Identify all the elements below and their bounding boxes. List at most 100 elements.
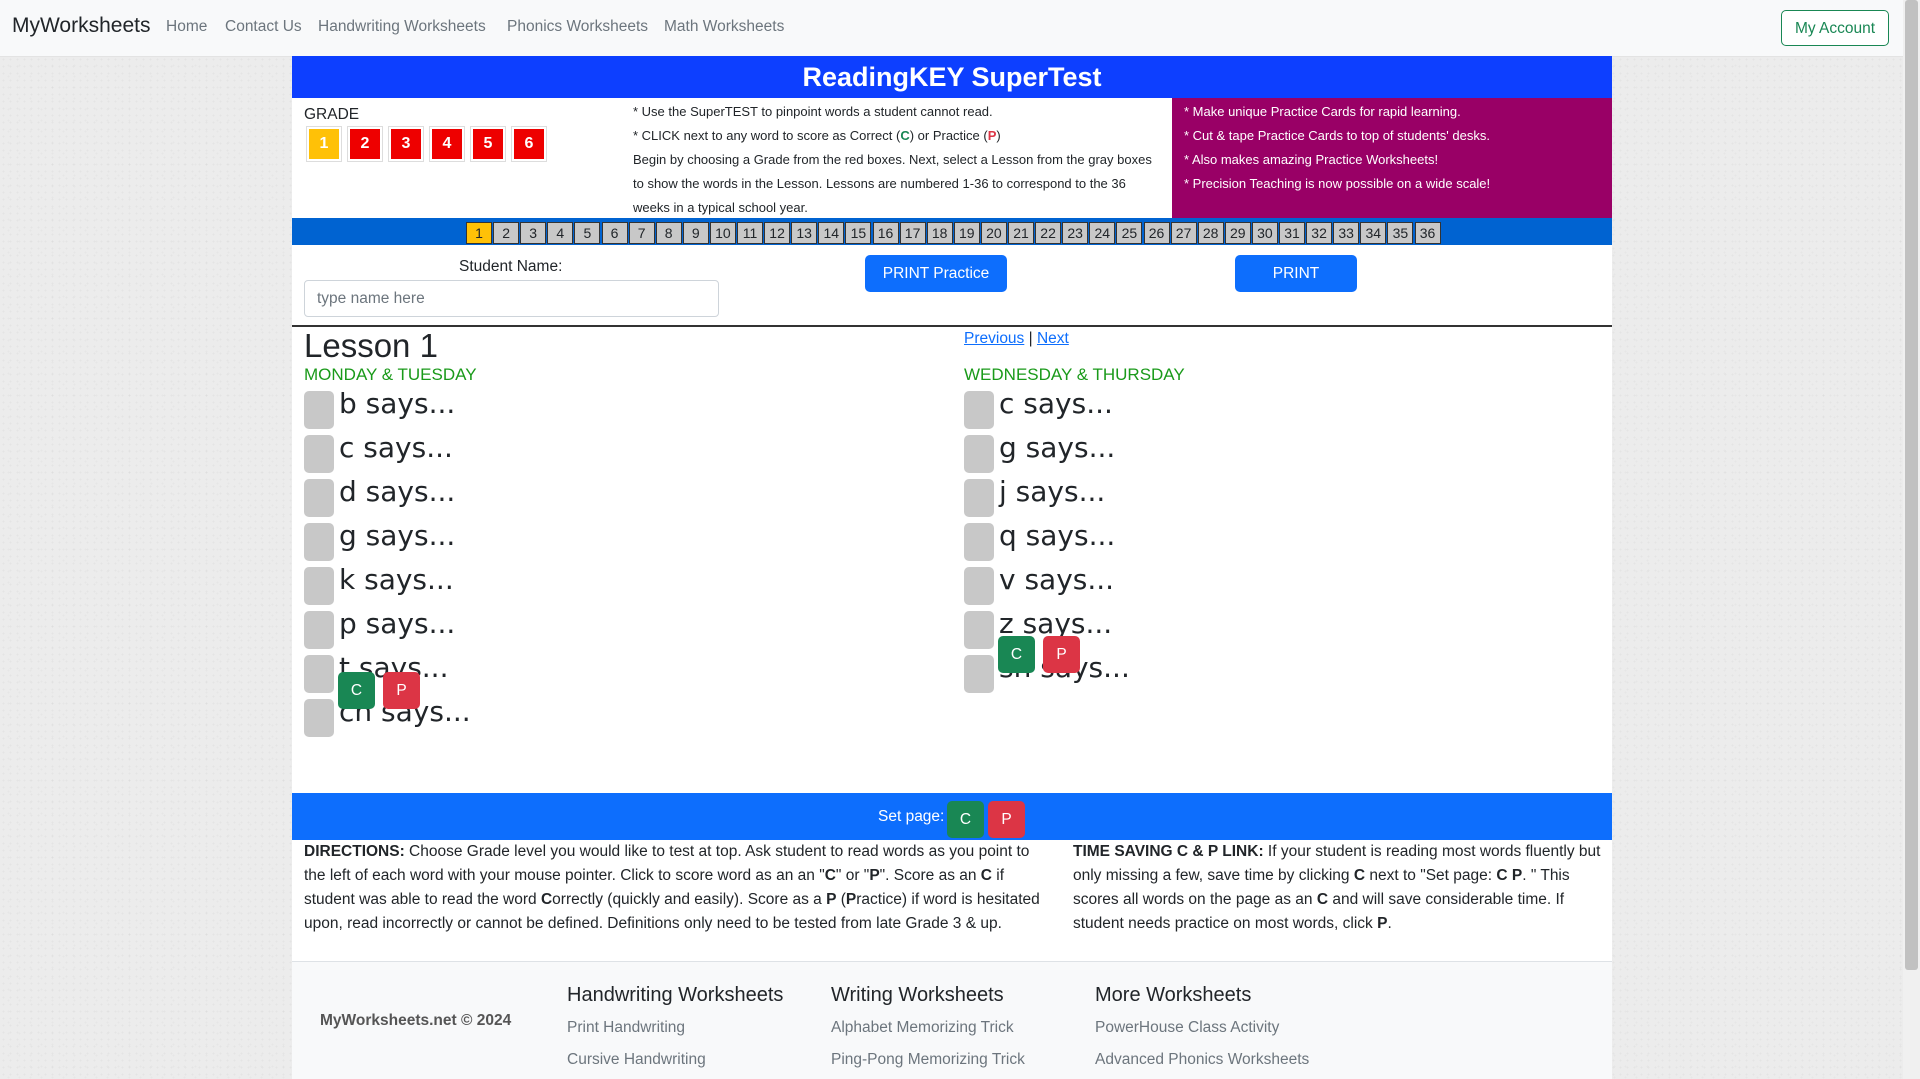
- right-column-p-button[interactable]: P: [1043, 636, 1080, 673]
- set-page-c-button[interactable]: C: [947, 801, 984, 838]
- grade-button-2[interactable]: 2: [347, 126, 383, 162]
- word-text: b says...: [339, 387, 456, 420]
- footer-link[interactable]: Ping-Pong Memorizing Trick: [831, 1051, 1025, 1069]
- lesson-button-13[interactable]: 13: [791, 222, 818, 244]
- main-container: ReadingKEY SuperTest GRADE 1 2 3 4 5 6 *…: [292, 56, 1612, 1079]
- lesson-button-2[interactable]: 2: [493, 222, 520, 244]
- lesson-button-4[interactable]: 4: [547, 222, 574, 244]
- score-box[interactable]: [304, 567, 334, 605]
- score-box[interactable]: [304, 655, 334, 693]
- grade-button-5[interactable]: 5: [470, 126, 506, 162]
- score-box[interactable]: [304, 523, 334, 561]
- nav-link-home[interactable]: Home: [166, 18, 207, 36]
- promo-panel: * Make unique Practice Cards for rapid l…: [1172, 98, 1612, 218]
- lesson-button-21[interactable]: 21: [1008, 222, 1034, 244]
- left-column-c-button[interactable]: C: [338, 672, 375, 709]
- page-title: ReadingKEY SuperTest: [292, 56, 1612, 98]
- lesson-button-29[interactable]: 29: [1224, 222, 1251, 244]
- score-box[interactable]: [964, 611, 994, 649]
- lesson-area: Lesson 1 Previous | Next MONDAY & TUESDA…: [292, 327, 1612, 793]
- lesson-button-11[interactable]: 11: [737, 222, 763, 244]
- word-text: c says...: [999, 387, 1113, 420]
- footer-link[interactable]: Print Handwriting: [567, 1019, 685, 1037]
- set-page-p-button[interactable]: P: [988, 801, 1025, 838]
- lesson-button-26[interactable]: 26: [1143, 222, 1170, 244]
- promo-list: * Make unique Practice Cards for rapid l…: [1184, 100, 1490, 196]
- lesson-button-10[interactable]: 10: [709, 222, 736, 244]
- lesson-button-18[interactable]: 18: [926, 222, 953, 244]
- lesson-button-8[interactable]: 8: [655, 222, 682, 244]
- lesson-button-5[interactable]: 5: [574, 222, 601, 244]
- score-box[interactable]: [304, 435, 334, 473]
- site-brand[interactable]: MyWorksheets: [12, 14, 150, 38]
- grade-button-3[interactable]: 3: [388, 126, 424, 162]
- nav-link-phonics[interactable]: Phonics Worksheets: [507, 18, 648, 36]
- nav-link-handwriting[interactable]: Handwriting Worksheets: [318, 18, 486, 36]
- print-worksheet-button[interactable]: PRINT Worksheet: [1235, 255, 1357, 319]
- word-text: p says...: [339, 607, 456, 640]
- lesson-button-12[interactable]: 12: [764, 222, 791, 244]
- lesson-button-9[interactable]: 9: [682, 222, 709, 244]
- grade-button-1[interactable]: 1: [306, 126, 342, 162]
- score-box[interactable]: [304, 699, 334, 737]
- lesson-button-15[interactable]: 15: [845, 222, 872, 244]
- promo-item: * Also makes amazing Practice Worksheets…: [1184, 152, 1439, 167]
- lesson-button-22[interactable]: 22: [1035, 222, 1062, 244]
- lesson-selector: 1 2 3 4 5 6 7 8 9 10 11 12 13 14 15 16 17 18 19 20 21 22 23 24 2…: [292, 218, 1612, 245]
- lesson-button-28[interactable]: 28: [1197, 222, 1224, 244]
- lesson-button-24[interactable]: 24: [1089, 222, 1116, 244]
- instruction-line-2: * CLICK next to any word to score as Cor…: [633, 128, 1001, 143]
- lesson-button-19[interactable]: 19: [953, 222, 980, 244]
- lesson-button-6[interactable]: 6: [601, 222, 628, 244]
- print-practice-cards-button[interactable]: PRINT Practice Cards: [865, 255, 1007, 319]
- lesson-button-23[interactable]: 23: [1062, 222, 1089, 244]
- instruction-line-1: * Use the SuperTEST to pinpoint words a …: [633, 104, 993, 119]
- footer-link[interactable]: Cursive Handwriting: [567, 1051, 706, 1069]
- lesson-button-32[interactable]: 32: [1306, 222, 1333, 244]
- left-column-p-button[interactable]: P: [383, 672, 420, 709]
- lesson-button-31[interactable]: 31: [1279, 222, 1305, 244]
- score-box[interactable]: [964, 567, 994, 605]
- lesson-button-30[interactable]: 30: [1251, 222, 1278, 244]
- score-box[interactable]: [964, 391, 994, 429]
- score-box[interactable]: [304, 391, 334, 429]
- nav-link-contact[interactable]: Contact Us: [225, 18, 302, 36]
- lesson-button-14[interactable]: 14: [818, 222, 845, 244]
- score-box[interactable]: [964, 479, 994, 517]
- footer-link[interactable]: Advanced Phonics Worksheets: [1095, 1051, 1309, 1069]
- score-box[interactable]: [304, 611, 334, 649]
- lesson-button-27[interactable]: 27: [1170, 222, 1197, 244]
- lesson-button-36[interactable]: 36: [1414, 222, 1441, 244]
- lesson-button-3[interactable]: 3: [520, 222, 547, 244]
- lesson-title: Lesson 1: [304, 327, 438, 364]
- word-text: v says...: [999, 563, 1115, 596]
- my-account-button[interactable]: My Account: [1781, 10, 1889, 46]
- word-text: q says...: [999, 519, 1116, 552]
- footer-link[interactable]: PowerHouse Class Activity: [1095, 1019, 1279, 1037]
- word-text: d says...: [339, 475, 456, 508]
- lesson-button-7[interactable]: 7: [628, 222, 655, 244]
- nav-link-math[interactable]: Math Worksheets: [664, 18, 784, 36]
- previous-link[interactable]: Previous: [964, 330, 1024, 347]
- lesson-button-17[interactable]: 17: [899, 222, 926, 244]
- lesson-button-20[interactable]: 20: [980, 222, 1007, 244]
- footer-link[interactable]: Alphabet Memorizing Trick: [831, 1019, 1014, 1037]
- score-box[interactable]: [304, 479, 334, 517]
- student-name-input[interactable]: [304, 280, 719, 317]
- scrollbar-thumb[interactable]: [1905, 0, 1918, 970]
- grade-button-6[interactable]: 6: [511, 126, 547, 162]
- word-text: g says...: [339, 519, 456, 552]
- score-box[interactable]: [964, 435, 994, 473]
- lesson-button-34[interactable]: 34: [1360, 222, 1387, 244]
- grade-button-4[interactable]: 4: [429, 126, 465, 162]
- lesson-button-33[interactable]: 33: [1333, 222, 1360, 244]
- next-link[interactable]: Next: [1037, 330, 1069, 347]
- lesson-button-25[interactable]: 25: [1116, 222, 1143, 244]
- lesson-button-1[interactable]: 1: [466, 222, 492, 244]
- lesson-button-16[interactable]: 16: [872, 222, 899, 244]
- promo-item: * Make unique Practice Cards for rapid l…: [1184, 104, 1461, 119]
- score-box[interactable]: [964, 655, 994, 693]
- lesson-button-35[interactable]: 35: [1387, 222, 1414, 244]
- right-column-c-button[interactable]: C: [998, 636, 1035, 673]
- score-box[interactable]: [964, 523, 994, 561]
